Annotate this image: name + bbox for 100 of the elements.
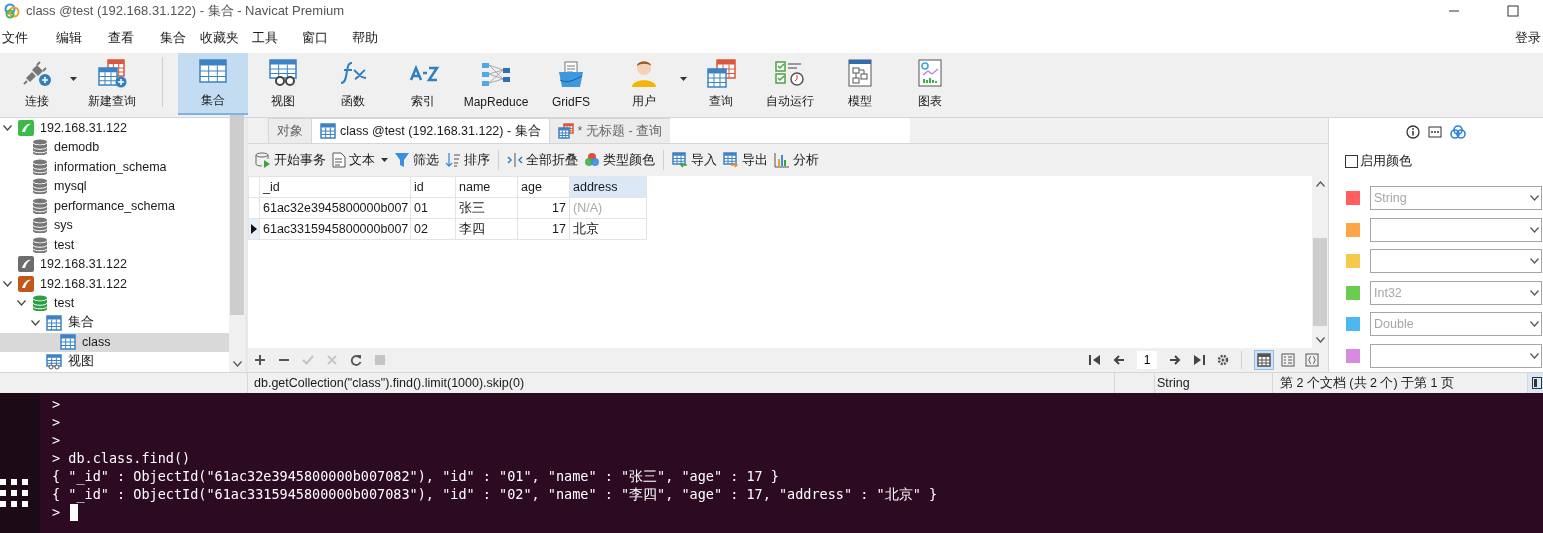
tables-icon <box>557 123 574 139</box>
type-dropdown[interactable] <box>1370 249 1542 274</box>
tab[interactable]: 对象 <box>268 118 312 143</box>
column-header[interactable]: age <box>517 176 570 198</box>
chevron-down-icon <box>1530 258 1539 265</box>
toolbar-button[interactable]: 函数 <box>318 53 388 115</box>
add-button[interactable] <box>254 354 266 366</box>
toolbar-button[interactable]: 连接 <box>4 53 70 115</box>
caret-icon <box>680 77 687 81</box>
toolbar-button[interactable]: 视图 <box>248 53 318 115</box>
toolbar-button[interactable]: 新建查询 <box>77 53 147 115</box>
column-header[interactable]: name <box>455 176 518 198</box>
last-page-button[interactable] <box>1193 354 1205 366</box>
scrollbar[interactable] <box>229 118 245 372</box>
query-text: db.getCollection("class").find().limit(1000).skip(0) <box>254 376 525 390</box>
toolbar-button[interactable]: 开始事务 <box>252 149 329 171</box>
menu-item[interactable]: 收藏夹 <box>198 28 250 47</box>
database-icon <box>32 178 48 195</box>
database-icon <box>32 158 48 175</box>
first-page-button[interactable] <box>1089 354 1101 366</box>
color-swatch[interactable] <box>1346 349 1360 364</box>
tree-item[interactable]: sys <box>0 215 229 235</box>
color-swatch[interactable] <box>1346 254 1360 269</box>
tree-item[interactable]: information_schema <box>0 157 229 177</box>
enable-color-checkbox[interactable]: 启用颜色 <box>1345 153 1543 171</box>
view-mode-button[interactable] <box>1254 350 1274 370</box>
toolbar-button[interactable]: 模型 <box>825 53 895 115</box>
json-view-icon <box>1305 353 1319 367</box>
color-swatch[interactable] <box>1346 190 1360 205</box>
refresh-button[interactable] <box>350 354 362 366</box>
tree-item[interactable]: 192.168.31.122 <box>0 274 229 294</box>
page-field[interactable]: 1 <box>1137 351 1157 369</box>
toolbar-button[interactable]: 索引 <box>388 53 458 115</box>
tree-item[interactable]: mysql <box>0 176 229 196</box>
column-header[interactable]: _id <box>259 176 411 198</box>
field-type-text: String <box>1157 376 1190 390</box>
tab[interactable]: * 无标题 - 查询 <box>548 118 672 143</box>
toolbar-button[interactable]: 图表 <box>895 53 965 115</box>
tree-item[interactable]: performance_schema <box>0 196 229 216</box>
toolbar-button[interactable]: 全部折叠 <box>504 149 582 171</box>
toolbar-button[interactable]: 自动运行 <box>755 53 825 115</box>
database-run-icon <box>255 152 271 168</box>
previous-page-button[interactable] <box>1113 354 1125 366</box>
toolbar-button[interactable]: 筛选 <box>391 149 443 171</box>
panel-toggle-icon <box>1532 377 1542 389</box>
schedule-icon <box>773 58 807 88</box>
tree-item[interactable]: 192.168.31.122 <box>0 254 229 274</box>
toolbar-button[interactable]: 查询 <box>687 53 755 115</box>
column-header[interactable]: id <box>410 176 456 198</box>
view-mode-button[interactable] <box>1302 350 1322 370</box>
type-dropdown[interactable] <box>1370 217 1542 242</box>
next-page-button[interactable] <box>1169 354 1181 366</box>
database-icon <box>32 236 48 253</box>
ddl-icon <box>1428 124 1442 139</box>
tree-item[interactable]: test <box>0 235 229 255</box>
chevron-down-icon <box>1530 194 1539 201</box>
settings-button[interactable] <box>1217 354 1229 366</box>
menu-item[interactable]: 文件 <box>0 28 54 47</box>
tree-item[interactable]: 视图 <box>0 352 229 372</box>
type-dropdown[interactable] <box>1370 344 1542 369</box>
database-icon <box>32 197 48 214</box>
color-swatch[interactable] <box>1346 285 1360 300</box>
table-cell: 61ac32e3945800000b007 <box>259 197 411 219</box>
toolbar-button[interactable]: 类型颜色 <box>581 149 659 171</box>
table-cell: 北京 <box>569 218 647 240</box>
scroll-up-icon <box>1315 181 1325 187</box>
tab[interactable]: class @test (192.168.31.122) - 集合 <box>311 118 550 143</box>
toolbar-button[interactable]: 分析 <box>771 149 823 171</box>
column-header[interactable]: address <box>569 176 647 198</box>
toolbar-button[interactable]: 文本 <box>329 149 392 171</box>
tree-item[interactable]: class <box>0 332 229 352</box>
toolbar-button[interactable]: MapReduce <box>458 53 534 115</box>
toolbar-button[interactable]: GridFS <box>534 53 608 115</box>
tree-item[interactable]: test <box>0 293 229 313</box>
refresh-icon <box>350 354 362 366</box>
menu-item[interactable]: 集合 <box>158 28 198 47</box>
color-swatch[interactable] <box>1346 317 1360 332</box>
toolbar-button[interactable]: 排序 <box>442 149 494 171</box>
previous-page-icon <box>1113 354 1125 366</box>
tree-item[interactable]: demodb <box>0 137 229 157</box>
stop-icon <box>374 354 386 366</box>
menu-item[interactable]: 查看 <box>106 28 158 47</box>
filter-icon <box>394 152 411 168</box>
menu-item[interactable]: 编辑 <box>54 28 106 47</box>
database-icon <box>32 139 48 156</box>
toolbar-button[interactable]: 导出 <box>720 149 772 171</box>
color-wheel-icon <box>584 152 601 168</box>
terminal-line: > <box>52 413 62 431</box>
table-cell: 张三 <box>455 197 518 219</box>
tree-item[interactable]: 192.168.31.122 <box>0 118 229 138</box>
toolbar-button[interactable]: 导入 <box>669 149 721 171</box>
menu-item[interactable]: 窗口 <box>300 28 350 47</box>
color-swatch[interactable] <box>1346 222 1360 237</box>
tree-item[interactable]: 集合 <box>0 313 229 333</box>
login-link[interactable]: 登录 <box>1513 28 1543 47</box>
add-icon <box>254 354 266 366</box>
toolbar-button[interactable]: 集合 <box>178 53 248 115</box>
toolbar-button[interactable]: 用户 <box>608 53 680 115</box>
menu-item[interactable]: 工具 <box>250 28 300 47</box>
menu-item[interactable]: 帮助 <box>350 28 392 47</box>
